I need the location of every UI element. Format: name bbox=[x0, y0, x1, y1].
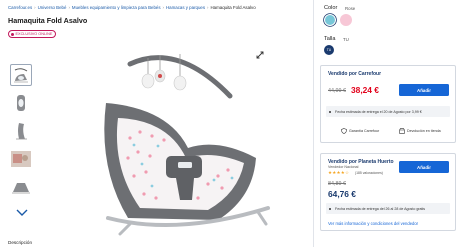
bouncer-thumb-icon bbox=[14, 68, 28, 83]
offer-card-carrefour: Vendido por Carrefour 44,99 € 38,24 € Añ… bbox=[320, 65, 456, 143]
current-price: 64,76 € bbox=[328, 189, 356, 199]
lifestyle-photo-thumb-icon bbox=[11, 151, 31, 167]
badge-label: EXCLUSIVO ONLINE bbox=[15, 32, 53, 36]
column-divider bbox=[313, 0, 314, 247]
badge-dot-icon bbox=[11, 32, 14, 36]
bouncer-side-thumb-icon bbox=[16, 123, 27, 140]
add-to-cart-button[interactable]: Añadir bbox=[399, 161, 449, 173]
warranty-perk: Garantía Carrefour bbox=[341, 128, 379, 134]
page-title: Hamaquita Fold Asalvo bbox=[8, 16, 88, 25]
warranty-label: Garantía Carrefour bbox=[349, 129, 380, 133]
current-price: 38,24 € bbox=[351, 85, 379, 95]
size-option-tu[interactable]: TU bbox=[324, 45, 334, 55]
delivery-text: Fecha estimada de entrega el 20 de Agost… bbox=[335, 109, 422, 114]
rating-count[interactable]: (185 valoraciones) bbox=[355, 171, 383, 175]
color-value: Rose bbox=[345, 6, 356, 11]
shield-icon bbox=[341, 128, 347, 134]
chevron-down-icon[interactable] bbox=[16, 204, 34, 222]
thumbnail-5[interactable] bbox=[10, 176, 32, 198]
breadcrumb-separator: › bbox=[207, 5, 209, 10]
add-to-cart-button[interactable]: Añadir bbox=[399, 84, 449, 96]
delivery-info: Fecha estimada de entrega el 20 de Agost… bbox=[326, 106, 450, 117]
expand-icon[interactable] bbox=[256, 46, 264, 64]
breadcrumb-separator: › bbox=[68, 5, 70, 10]
breadcrumb-separator: › bbox=[34, 5, 36, 10]
thumbnail-1[interactable] bbox=[10, 64, 32, 86]
bouncer-front-thumb-icon bbox=[17, 95, 25, 111]
offer-card-marketplace: Vendido por Planeta Huerto Vendedor Naci… bbox=[320, 153, 456, 231]
thumbnail-3[interactable] bbox=[10, 120, 32, 142]
store-icon bbox=[399, 128, 405, 134]
color-swatch-rose[interactable] bbox=[340, 14, 352, 26]
bullet-icon bbox=[329, 207, 331, 210]
breadcrumb-link-hamacas[interactable]: Hamacas y parques bbox=[166, 5, 205, 10]
old-price: 84,89 € bbox=[328, 181, 346, 187]
breadcrumb: Carrefour.es › Universo Bebé › Muebles equip… bbox=[8, 5, 256, 10]
delivery-info: Fecha estimada de entrega del 26 al 28 d… bbox=[326, 203, 450, 214]
breadcrumb-link-universo-bebe[interactable]: Universo Bebé bbox=[38, 5, 67, 10]
breadcrumb-link-home[interactable]: Carrefour.es bbox=[8, 5, 32, 10]
seller-info-link[interactable]: Ver más información y condiciones del ve… bbox=[328, 221, 418, 226]
exclusive-badge: EXCLUSIVO ONLINE bbox=[8, 30, 57, 38]
size-label: Talla bbox=[324, 36, 336, 42]
description-label: Descripción bbox=[8, 240, 32, 245]
size-value: TU bbox=[343, 37, 349, 42]
breadcrumb-link-muebles[interactable]: Muebles equipamiento y limpieza para Beb… bbox=[72, 5, 161, 10]
color-label: Color bbox=[324, 5, 338, 11]
rating-stars: ★★★★☆ bbox=[328, 170, 350, 175]
product-main-image[interactable] bbox=[68, 48, 278, 238]
store-return-label: Devolución en tienda bbox=[407, 129, 441, 133]
breadcrumb-separator: › bbox=[162, 5, 164, 10]
breadcrumb-current: Hamaquita Fold Asalvo bbox=[210, 5, 256, 10]
store-return-perk: Devolución en tienda bbox=[399, 128, 441, 134]
thumbnail-4[interactable] bbox=[10, 148, 32, 170]
bullet-icon bbox=[329, 110, 331, 113]
seller-type: Vendedor Nacional bbox=[328, 165, 359, 169]
thumbnail-list bbox=[10, 64, 34, 222]
delivery-text: Fecha estimada de entrega del 26 al 28 d… bbox=[335, 206, 426, 211]
color-swatch-blue[interactable] bbox=[324, 14, 336, 26]
old-price: 44,99 € bbox=[328, 88, 346, 94]
folded-bouncer-thumb-icon bbox=[12, 183, 30, 194]
thumbnail-2[interactable] bbox=[10, 92, 32, 114]
seller-name: Vendido por Carrefour bbox=[328, 71, 382, 77]
